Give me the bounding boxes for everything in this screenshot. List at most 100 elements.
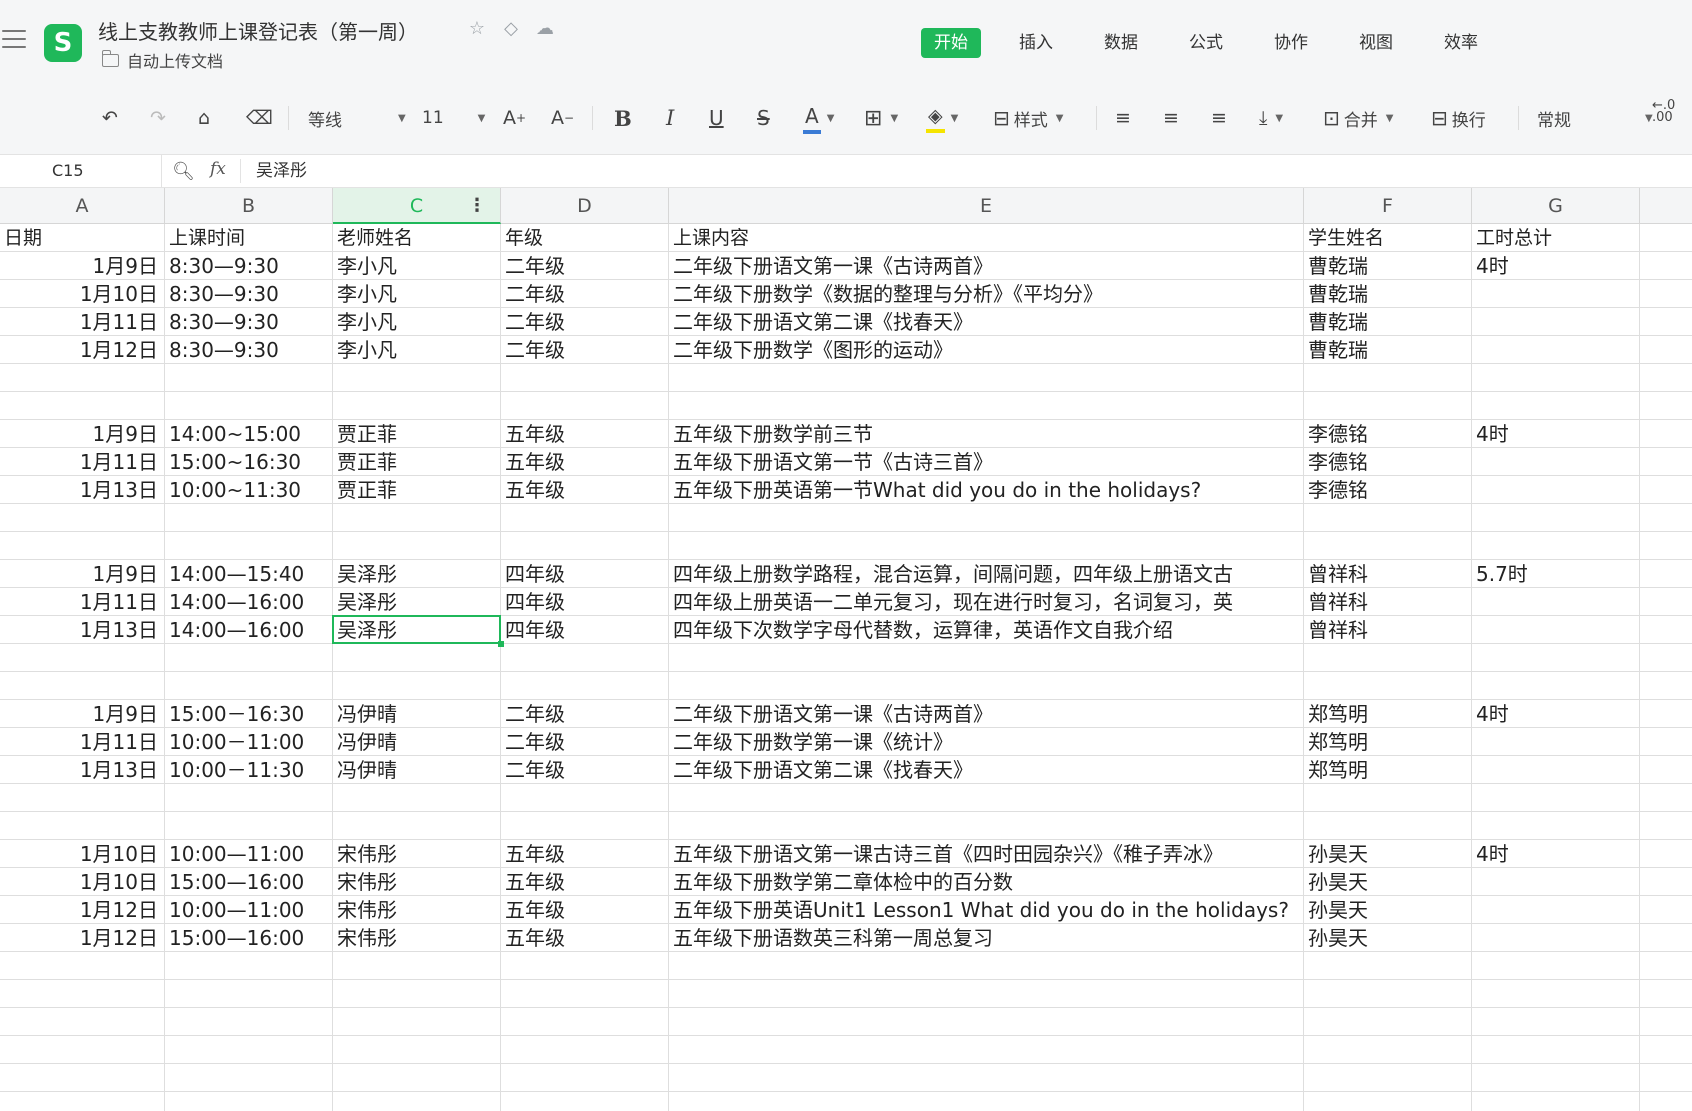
overflow-cell[interactable]	[1640, 504, 1692, 532]
vertical-align-button[interactable]: ⤓ ▼	[1259, 100, 1283, 136]
column-header-e[interactable]: E	[669, 188, 1304, 224]
table-cell[interactable]	[0, 812, 165, 840]
table-cell[interactable]: 二年级下册数学第一课《统计》	[669, 728, 1304, 756]
table-cell[interactable]: 1月12日	[0, 924, 165, 952]
table-cell[interactable]	[333, 1036, 501, 1064]
table-cell[interactable]: 曾祥科	[1304, 588, 1472, 616]
name-box[interactable]: C15	[0, 155, 162, 187]
table-cell[interactable]	[333, 784, 501, 812]
table-cell[interactable]	[0, 1064, 165, 1092]
table-cell[interactable]	[501, 644, 669, 672]
table-cell[interactable]: 二年级	[501, 336, 669, 364]
table-cell[interactable]	[333, 392, 501, 420]
table-cell[interactable]	[165, 784, 333, 812]
overflow-cell[interactable]	[1640, 980, 1692, 1008]
table-cell[interactable]: 孙昊天	[1304, 924, 1472, 952]
table-cell[interactable]: 8:30—9:30	[165, 252, 333, 280]
overflow-cell[interactable]	[1640, 336, 1692, 364]
table-cell[interactable]: 李小凡	[333, 280, 501, 308]
table-cell[interactable]	[1304, 672, 1472, 700]
table-cell[interactable]	[165, 504, 333, 532]
table-cell[interactable]	[0, 1036, 165, 1064]
table-cell[interactable]: 14:00—16:00	[165, 616, 333, 644]
table-cell[interactable]	[0, 392, 165, 420]
table-cell[interactable]: 8:30—9:30	[165, 308, 333, 336]
table-cell[interactable]: 曾祥科	[1304, 616, 1472, 644]
table-cell[interactable]	[1472, 448, 1640, 476]
table-cell[interactable]: 8:30—9:30	[165, 280, 333, 308]
underline-icon[interactable]: U	[709, 100, 724, 136]
table-cell[interactable]: 冯伊晴	[333, 756, 501, 784]
header-cell[interactable]: 学生姓名	[1304, 224, 1472, 252]
table-cell[interactable]: 10:00－11:30	[165, 756, 333, 784]
decimal-icon[interactable]: ←.0.00	[1652, 99, 1675, 136]
table-cell[interactable]	[165, 1064, 333, 1092]
table-cell[interactable]: 五年级下册英语Unit1 Lesson1 What did you do in …	[669, 896, 1304, 924]
table-cell[interactable]	[669, 1064, 1304, 1092]
table-cell[interactable]	[0, 1092, 165, 1111]
table-cell[interactable]	[669, 1092, 1304, 1111]
table-cell[interactable]	[0, 532, 165, 560]
overflow-cell[interactable]	[1640, 812, 1692, 840]
format-painter-icon[interactable]: ⌂	[198, 100, 210, 136]
table-cell[interactable]: 15:00－16:30	[165, 700, 333, 728]
overflow-cell[interactable]	[1640, 1036, 1692, 1064]
table-cell[interactable]: 宋伟彤	[333, 896, 501, 924]
table-cell[interactable]: 8:30—9:30	[165, 336, 333, 364]
table-cell[interactable]: 贾正菲	[333, 448, 501, 476]
table-cell[interactable]: 1月13日	[0, 616, 165, 644]
table-cell[interactable]: 二年级下册数学《图形的运动》	[669, 336, 1304, 364]
font-color-button[interactable]: A ▼	[803, 100, 834, 136]
table-cell[interactable]: 15:00~16:30	[165, 448, 333, 476]
table-cell[interactable]	[333, 364, 501, 392]
table-cell[interactable]	[0, 504, 165, 532]
header-cell[interactable]: 工时总计	[1472, 224, 1640, 252]
table-cell[interactable]	[1472, 1092, 1640, 1111]
table-cell[interactable]	[165, 1036, 333, 1064]
table-cell[interactable]: 曹乾瑞	[1304, 252, 1472, 280]
bold-icon[interactable]: B	[614, 100, 632, 136]
cloud-sync-icon[interactable]: ☁	[534, 18, 556, 40]
tab-data[interactable]: 数据	[1091, 28, 1151, 58]
table-cell[interactable]: 1月11日	[0, 588, 165, 616]
overflow-cell[interactable]	[1640, 728, 1692, 756]
table-cell[interactable]: 14:00~15:00	[165, 420, 333, 448]
table-cell[interactable]: 4时	[1472, 252, 1640, 280]
table-cell[interactable]	[333, 504, 501, 532]
align-right-icon[interactable]: ≡	[1211, 100, 1227, 136]
table-cell[interactable]	[501, 504, 669, 532]
overflow-cell[interactable]	[1640, 924, 1692, 952]
table-cell[interactable]	[0, 952, 165, 980]
tab-start[interactable]: 开始	[921, 28, 981, 58]
italic-icon[interactable]: I	[666, 100, 674, 136]
overflow-cell[interactable]	[1640, 308, 1692, 336]
column-header-g[interactable]: G	[1472, 188, 1640, 224]
table-cell[interactable]	[165, 364, 333, 392]
table-cell[interactable]	[501, 532, 669, 560]
table-cell[interactable]	[669, 1036, 1304, 1064]
table-cell[interactable]	[333, 952, 501, 980]
header-cell[interactable]: 上课内容	[669, 224, 1304, 252]
table-cell[interactable]	[1472, 756, 1640, 784]
table-cell[interactable]	[165, 1008, 333, 1036]
table-cell[interactable]: 二年级	[501, 756, 669, 784]
table-cell[interactable]	[1304, 812, 1472, 840]
header-cell[interactable]: 日期	[0, 224, 165, 252]
tab-view[interactable]: 视图	[1346, 28, 1406, 58]
table-cell[interactable]: 吴泽彤	[333, 588, 501, 616]
table-cell[interactable]	[669, 532, 1304, 560]
header-cell[interactable]: 上课时间	[165, 224, 333, 252]
font-family-select[interactable]: 等线 ▼	[308, 100, 406, 136]
tab-insert[interactable]: 插入	[1006, 28, 1066, 58]
table-cell[interactable]: 10:00—11:00	[165, 896, 333, 924]
table-cell[interactable]: 五年级下册语数英三科第一周总复习	[669, 924, 1304, 952]
table-cell[interactable]	[1304, 952, 1472, 980]
table-cell[interactable]	[165, 392, 333, 420]
table-cell[interactable]	[1304, 784, 1472, 812]
table-cell[interactable]: 宋伟彤	[333, 924, 501, 952]
table-cell[interactable]: 10:00~11:30	[165, 476, 333, 504]
table-cell[interactable]: 五年级下册数学第二章体检中的百分数	[669, 868, 1304, 896]
table-cell[interactable]: 二年级	[501, 728, 669, 756]
table-cell[interactable]	[1472, 896, 1640, 924]
overflow-cell[interactable]	[1640, 224, 1692, 252]
